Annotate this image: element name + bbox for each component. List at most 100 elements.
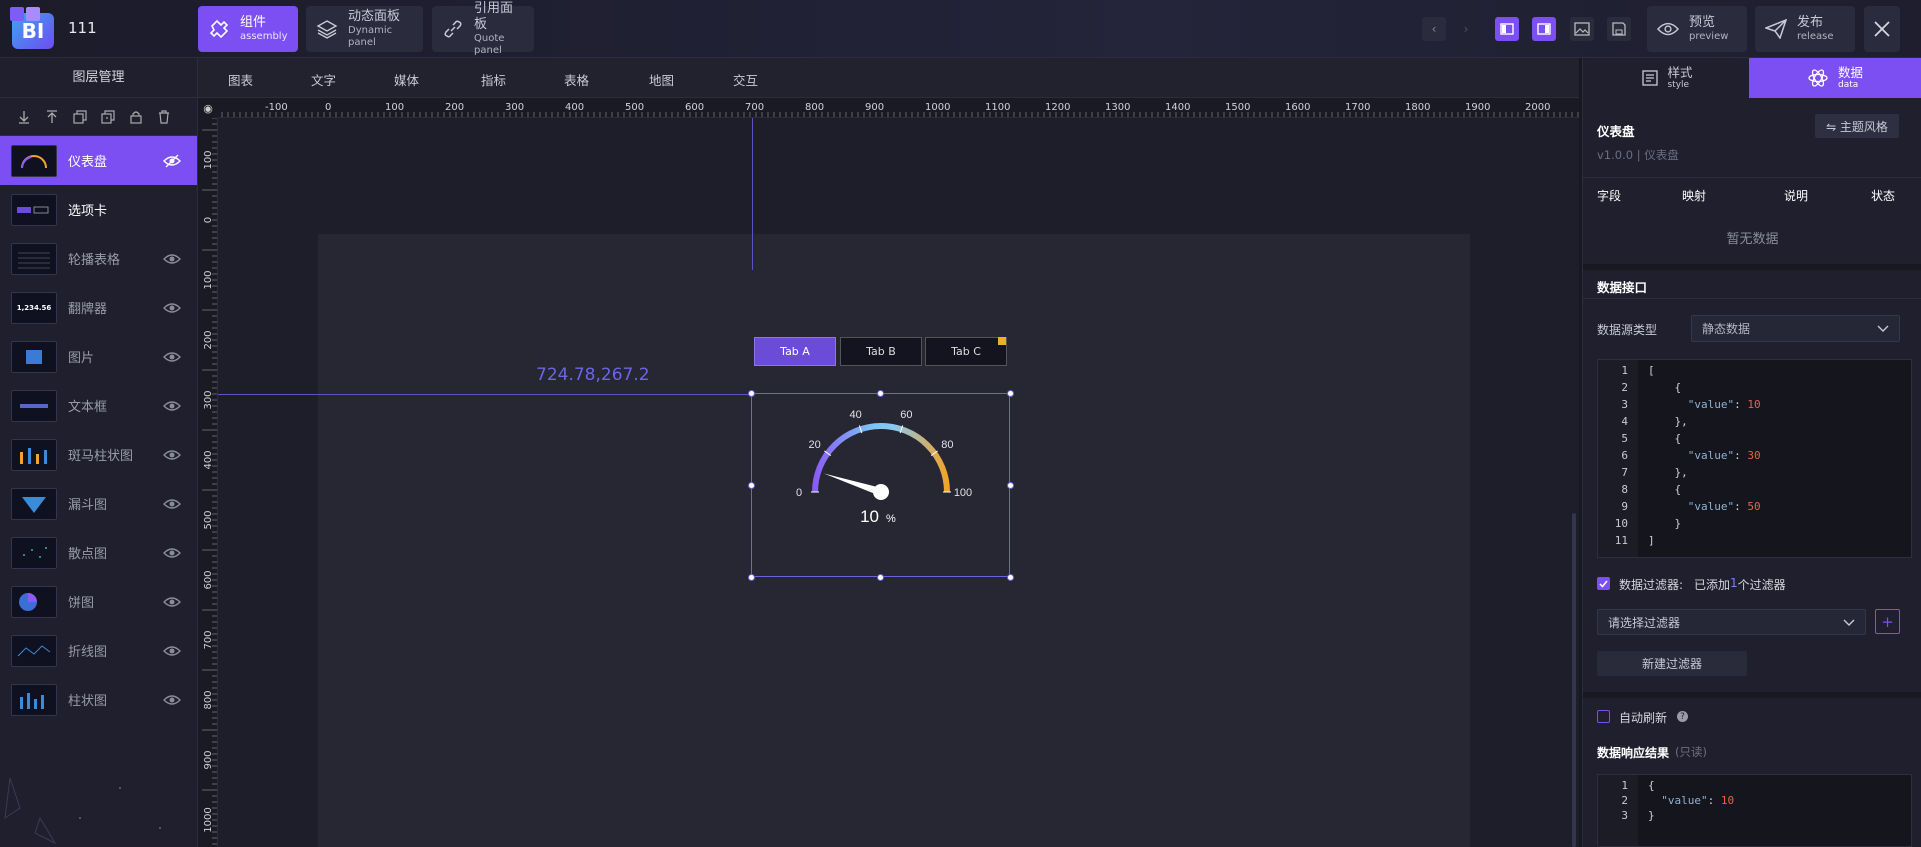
help-icon[interactable]: ? — [1677, 711, 1688, 722]
line-number: 4 — [1621, 415, 1628, 428]
source-type-select[interactable]: 静态数据 — [1691, 315, 1900, 342]
screenshot-button[interactable] — [1570, 17, 1594, 41]
header-description: 说明 — [1784, 189, 1809, 203]
layer-item[interactable]: 斑马柱状图 — [0, 430, 197, 479]
theme-style-button[interactable]: ⇋ 主题风格 — [1815, 114, 1899, 138]
lock-icon[interactable] — [126, 107, 146, 127]
assembly-button[interactable]: 组件 assembly — [198, 6, 298, 52]
tab-style[interactable]: 样式 style — [1583, 58, 1751, 98]
plus-icon: + — [1881, 612, 1894, 631]
layer-item[interactable]: 散点图 — [0, 528, 197, 577]
eye-icon[interactable] — [163, 495, 181, 513]
horizontal-ruler: -100 0 100 200 300 400 500 600 700 800 900 1000 1100… — [198, 98, 1579, 118]
ruler-corner[interactable]: ◉ — [198, 98, 218, 118]
category-tab[interactable]: 文字 — [311, 70, 336, 89]
duplicate-icon[interactable] — [98, 107, 118, 127]
move-down-icon[interactable] — [14, 107, 34, 127]
category-tab[interactable]: 媒体 — [394, 70, 419, 89]
data-code-editor[interactable]: 1[2 {3 "value": 10 4 }, 5 {6 "value": 30 7 … — [1597, 359, 1912, 558]
auto-refresh-checkbox[interactable] — [1597, 710, 1610, 723]
layer-list: 仪表盘 选项卡 轮播表格 1,234.56 翻牌器 图片 文本框斑马柱状图漏斗图 散点图饼图折… — [0, 136, 197, 724]
line-number: 3 — [1621, 398, 1628, 411]
category-tab[interactable]: 图表 — [228, 70, 253, 89]
category-tab[interactable]: 地图 — [649, 70, 674, 89]
add-filter-button[interactable]: + — [1875, 609, 1900, 634]
line-number: 1 — [1621, 364, 1628, 377]
ruler-label: -100 — [265, 102, 288, 113]
eye-icon[interactable] — [163, 299, 181, 317]
preview-button[interactable]: 预览 preview — [1647, 6, 1747, 52]
tab-b[interactable]: Tab B — [840, 337, 922, 366]
filter-checkbox[interactable] — [1597, 577, 1610, 590]
ruler-label: 700 — [745, 102, 764, 113]
toggle-right-panel-button[interactable] — [1532, 17, 1556, 41]
layer-item[interactable]: 文本框 — [0, 381, 197, 430]
new-filter-button[interactable]: 新建过滤器 — [1597, 651, 1747, 676]
ruler-label: 1000 — [203, 807, 214, 832]
eye-icon[interactable] — [163, 593, 181, 611]
category-tab[interactable]: 指标 — [481, 70, 506, 89]
chevron-right-icon: › — [1463, 22, 1469, 36]
copy-icon[interactable] — [70, 107, 90, 127]
layer-item[interactable]: 1,234.56 翻牌器 — [0, 283, 197, 332]
layer-item[interactable]: 漏斗图 — [0, 479, 197, 528]
canvas-scrollbar[interactable] — [1572, 513, 1576, 847]
layer-item[interactable]: 柱状图 — [0, 675, 197, 724]
eye-icon[interactable] — [163, 348, 181, 366]
editor-canvas[interactable]: 724.78,267.2 Tab A Tab B Tab C 0 20 40 60 80… — [218, 118, 1579, 847]
move-up-icon[interactable] — [42, 107, 62, 127]
layer-thumbnail — [11, 389, 57, 422]
layer-item[interactable]: 图片 — [0, 332, 197, 381]
eye-icon[interactable] — [163, 250, 181, 268]
line-number: 5 — [1621, 432, 1628, 445]
top-bar: BI 111 组件 assembly 动态面板 Dynamic panel 引用面板… — [0, 0, 1921, 58]
chevron-down-icon — [1877, 325, 1889, 332]
tab-c[interactable]: Tab C — [925, 337, 1007, 366]
code-line: "value": 10 — [1661, 794, 1735, 807]
line-number: 10 — [1614, 517, 1628, 530]
category-tab[interactable]: 表格 — [564, 70, 589, 89]
ruler-label: 1800 — [1405, 102, 1430, 113]
dynamic-panel-button[interactable]: 动态面板 Dynamic panel — [306, 6, 423, 52]
panel-left-icon — [1500, 23, 1514, 35]
ruler-label: 0 — [325, 102, 331, 113]
ruler-label: 600 — [685, 102, 704, 113]
eye-off-icon[interactable] — [163, 152, 181, 170]
component-category-bar: 图表 文字 媒体 指标 表格 地图 交互 — [198, 58, 1579, 98]
release-button[interactable]: 发布 release — [1755, 6, 1855, 52]
layer-item[interactable]: 仪表盘 — [0, 136, 197, 185]
layer-item[interactable]: 饼图 — [0, 577, 197, 626]
layer-item[interactable]: 选项卡 — [0, 185, 197, 234]
section-data-api: 数据接口 — [1597, 280, 1648, 295]
layer-item[interactable]: 轮播表格 — [0, 234, 197, 283]
quote-panel-button[interactable]: 引用面板 Quote panel — [432, 1, 534, 56]
redo-button[interactable]: › — [1454, 17, 1478, 41]
ruler-label: 900 — [865, 102, 884, 113]
eye-icon[interactable] — [163, 446, 181, 464]
code-line: [ — [1648, 364, 1655, 377]
vertical-guide — [752, 118, 753, 270]
code-line: } — [1648, 517, 1682, 530]
tab-a[interactable]: Tab A — [754, 337, 836, 366]
code-line: ] — [1648, 534, 1655, 547]
tab-data[interactable]: 数据 data — [1749, 58, 1921, 98]
layer-name: 斑马柱状图 — [68, 449, 134, 464]
toggle-left-panel-button[interactable] — [1495, 17, 1519, 41]
undo-button[interactable]: ‹ — [1422, 17, 1446, 41]
filter-select[interactable]: 请选择过滤器 — [1597, 609, 1866, 635]
save-button[interactable] — [1607, 17, 1631, 41]
eye-icon[interactable] — [163, 544, 181, 562]
close-button[interactable] — [1864, 6, 1900, 52]
eye-icon[interactable] — [163, 691, 181, 709]
layer-name: 饼图 — [68, 596, 95, 611]
layer-item[interactable]: 折线图 — [0, 626, 197, 675]
eye-icon[interactable] — [163, 642, 181, 660]
app-logo: BI — [10, 7, 54, 49]
category-tab[interactable]: 交互 — [733, 70, 758, 89]
trash-icon[interactable] — [154, 107, 174, 127]
divider — [1583, 177, 1921, 178]
code-line: { — [1648, 483, 1682, 496]
layer-thumbnail — [11, 438, 57, 471]
layer-thumbnail: 1,234.56 — [11, 291, 57, 324]
eye-icon[interactable] — [163, 397, 181, 415]
